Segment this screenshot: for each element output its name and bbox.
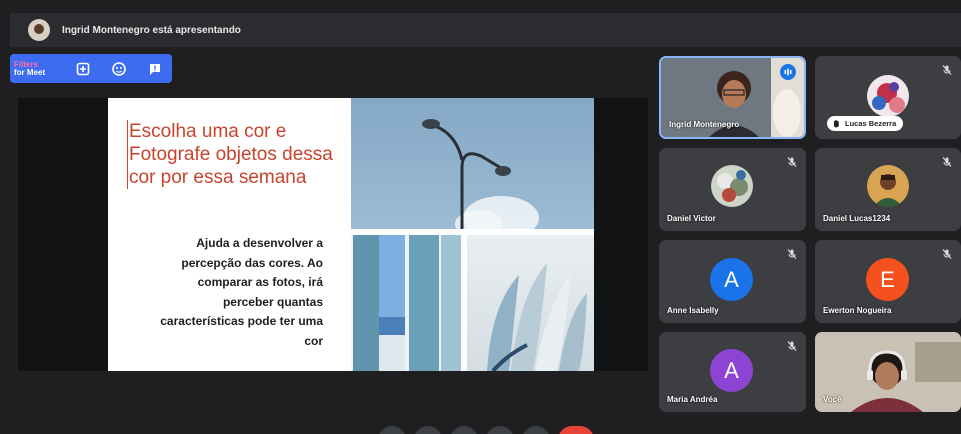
mic-off-icon bbox=[942, 157, 952, 167]
presenter-avatar bbox=[28, 19, 50, 41]
mic-off-icon bbox=[942, 65, 952, 75]
participant-avatar bbox=[711, 165, 753, 207]
participant-initial-avatar: A bbox=[710, 349, 753, 392]
participant-tile[interactable]: A Anne Isabelly bbox=[659, 240, 806, 323]
filters-logo-line2: for Meet bbox=[14, 67, 46, 77]
shared-screen: Escolha uma cor e Fotografe objetos dess… bbox=[18, 98, 648, 371]
participant-tile[interactable]: Lucas Bezerra bbox=[815, 56, 961, 139]
face-filter-button[interactable] bbox=[106, 58, 132, 80]
participant-tile[interactable]: Daniel Lucas1234 bbox=[815, 148, 961, 231]
call-controls bbox=[378, 426, 594, 434]
participant-name: Anne Isabelly bbox=[667, 306, 719, 315]
participant-avatar bbox=[867, 75, 909, 117]
control-button[interactable] bbox=[378, 426, 406, 434]
participant-name: Daniel Victor bbox=[667, 214, 716, 223]
slide-title: Escolha uma cor e Fotografe objetos dess… bbox=[127, 120, 347, 189]
participant-avatar bbox=[867, 165, 909, 207]
participant-name: Daniel Lucas1234 bbox=[823, 214, 891, 223]
blue-door-photo bbox=[351, 235, 461, 371]
add-image-icon bbox=[76, 62, 90, 75]
participant-name: Você bbox=[823, 395, 842, 404]
speaking-indicator bbox=[780, 64, 796, 80]
audio-wave-icon bbox=[784, 68, 792, 76]
participant-tile[interactable]: A Maria Andréa bbox=[659, 332, 806, 412]
filters-toolbar: Filters for Meet bbox=[10, 54, 172, 83]
surfboards-photo bbox=[467, 235, 594, 371]
presenting-banner: Ingrid Montenegro está apresentando bbox=[10, 13, 961, 47]
control-button[interactable] bbox=[486, 426, 514, 434]
presenting-text: Ingrid Montenegro está apresentando bbox=[62, 24, 241, 36]
participant-initial: A bbox=[724, 266, 739, 292]
presentation-slide: Escolha uma cor e Fotografe objetos dess… bbox=[108, 98, 594, 371]
participant-initial-avatar: A bbox=[710, 258, 753, 301]
self-view-tile[interactable]: Você bbox=[815, 332, 961, 412]
add-filter-button[interactable] bbox=[70, 58, 96, 80]
hand-raised-icon bbox=[833, 119, 839, 128]
participant-name: Lucas Bezerra bbox=[845, 119, 897, 128]
participant-tile[interactable]: Daniel Victor bbox=[659, 148, 806, 231]
control-button[interactable] bbox=[450, 426, 478, 434]
participant-tile[interactable]: E Ewerton Nogueira bbox=[815, 240, 961, 323]
chat-filter-button[interactable] bbox=[142, 58, 168, 80]
participant-name-pill: Lucas Bezerra bbox=[827, 116, 904, 131]
mic-off-icon bbox=[942, 249, 952, 259]
participant-name: Maria Andréa bbox=[667, 395, 718, 404]
mic-off-icon bbox=[787, 249, 797, 259]
mic-off-icon bbox=[787, 157, 797, 167]
leave-call-button[interactable] bbox=[558, 426, 594, 434]
mic-off-icon bbox=[787, 341, 797, 351]
participant-initial: E bbox=[880, 266, 895, 292]
participant-tile[interactable]: Ingrid Montenegro bbox=[659, 56, 806, 139]
control-button[interactable] bbox=[414, 426, 442, 434]
filters-logo: Filters for Meet bbox=[14, 60, 60, 77]
chat-bubble-icon bbox=[150, 63, 160, 75]
face-icon bbox=[112, 61, 126, 76]
participant-name: Ingrid Montenegro bbox=[669, 120, 740, 129]
participant-initial: A bbox=[724, 357, 739, 383]
street-lamp-photo bbox=[351, 98, 594, 229]
participant-initial-avatar: E bbox=[866, 258, 909, 301]
slide-body: Ajuda a desenvolver a percepção das core… bbox=[160, 236, 323, 348]
participant-name: Ewerton Nogueira bbox=[823, 306, 892, 315]
control-button[interactable] bbox=[522, 426, 550, 434]
